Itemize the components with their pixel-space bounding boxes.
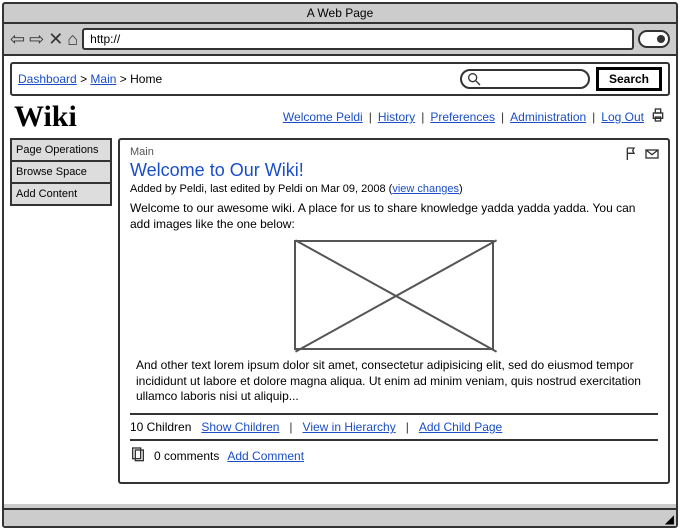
- breadcrumb-main[interactable]: Main: [90, 72, 116, 86]
- main-area: Page Operations Browse Space Add Content…: [10, 138, 670, 484]
- link-administration[interactable]: Administration: [510, 110, 586, 124]
- search-icon: [466, 71, 482, 87]
- link-preferences[interactable]: Preferences: [430, 110, 495, 124]
- content-panel: Main Welcome to Our Wiki! Added by Peldi…: [118, 138, 670, 484]
- browser-window: A Web Page ⇦ ⇨ ✕ ⌂ Dashboard > Main > Ho…: [2, 2, 678, 528]
- home-button[interactable]: ⌂: [67, 29, 78, 50]
- sidebar-page-operations[interactable]: Page Operations: [10, 138, 112, 162]
- window-title: A Web Page: [4, 4, 676, 24]
- panel-breadcrumb: Main: [130, 146, 658, 158]
- view-changes-link[interactable]: view changes: [392, 183, 459, 195]
- header-row: Wiki Welcome Peldi| History| Preferences…: [10, 100, 670, 134]
- show-children-link[interactable]: Show Children: [201, 420, 279, 434]
- browser-toolbar: ⇦ ⇨ ✕ ⌂: [4, 24, 676, 54]
- sidebar-browse-space[interactable]: Browse Space: [10, 160, 112, 184]
- top-bar: Dashboard > Main > Home Search: [10, 62, 670, 96]
- breadcrumb-dashboard[interactable]: Dashboard: [18, 72, 77, 86]
- image-placeholder: [294, 240, 494, 350]
- mail-icon[interactable]: [644, 146, 660, 165]
- go-button[interactable]: [638, 30, 670, 48]
- link-welcome[interactable]: Welcome Peldi: [283, 110, 363, 124]
- body-text: And other text lorem ipsum dolor sit ame…: [130, 358, 658, 405]
- add-child-page-link[interactable]: Add Child Page: [419, 420, 502, 434]
- breadcrumb: Dashboard > Main > Home: [18, 72, 454, 86]
- page-content: Dashboard > Main > Home Search Wiki Welc…: [4, 54, 676, 504]
- byline: Added by Peldi, last edited by Peldi on …: [130, 183, 658, 195]
- site-logo: Wiki: [14, 100, 77, 134]
- link-history[interactable]: History: [378, 110, 415, 124]
- children-bar: 10 Children Show Children| View in Hiera…: [130, 413, 658, 434]
- add-comment-link[interactable]: Add Comment: [227, 449, 304, 463]
- resize-grip-icon[interactable]: ◢: [665, 512, 674, 526]
- header-links: Welcome Peldi| History| Preferences| Adm…: [77, 107, 666, 128]
- view-hierarchy-link[interactable]: View in Hierarchy: [303, 420, 396, 434]
- stop-button[interactable]: ✕: [48, 29, 63, 50]
- search-input[interactable]: [460, 69, 590, 89]
- url-input[interactable]: [82, 28, 634, 50]
- comments-bar: 0 comments Add Comment: [130, 439, 658, 467]
- sidebar-add-content[interactable]: Add Content: [10, 182, 112, 206]
- flag-icon[interactable]: [624, 146, 640, 165]
- back-button[interactable]: ⇦: [10, 29, 25, 50]
- sidebar: Page Operations Browse Space Add Content: [10, 138, 112, 484]
- print-icon[interactable]: [650, 107, 666, 128]
- link-logout[interactable]: Log Out: [601, 110, 644, 124]
- page-title: Welcome to Our Wiki!: [130, 160, 658, 181]
- breadcrumb-home: Home: [130, 72, 162, 86]
- status-bar: ◢: [4, 508, 676, 526]
- forward-button[interactable]: ⇨: [29, 29, 44, 50]
- search-button[interactable]: Search: [596, 67, 662, 91]
- comments-count: 0 comments: [154, 449, 219, 463]
- intro-text: Welcome to our awesome wiki. A place for…: [130, 201, 658, 232]
- comments-icon: [130, 446, 146, 467]
- children-count: 10 Children: [130, 420, 191, 434]
